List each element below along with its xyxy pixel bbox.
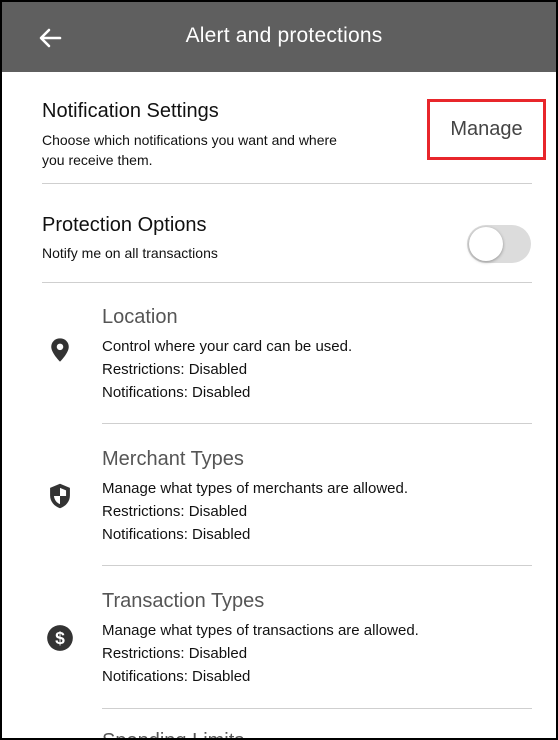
feature-restrictions: Restrictions: Disabled: [102, 361, 248, 378]
divider: [42, 183, 532, 184]
feature-spending-limits[interactable]: Spending Limits: [2, 726, 556, 738]
notify-all-toggle[interactable]: [467, 225, 531, 263]
notification-settings-description-line1: Choose which notifications you want and …: [42, 132, 337, 148]
feature-location[interactable]: Location Control where your card can be …: [2, 302, 556, 420]
protection-options-title: Protection Options: [42, 214, 207, 236]
top-app-bar: Alert and protections: [2, 2, 556, 72]
notification-settings-title: Notification Settings: [42, 100, 219, 122]
location-pin-icon: [51, 338, 69, 362]
feature-notifications: Notifications: Disabled: [102, 668, 251, 685]
feature-description: Manage what types of merchants are allow…: [102, 480, 408, 497]
toggle-knob: [469, 227, 503, 261]
feature-title: Spending Limits: [102, 730, 244, 738]
feature-notifications: Notifications: Disabled: [102, 526, 251, 543]
feature-description: Control where your card can be used.: [102, 338, 353, 355]
dollar-circle-icon: $: [47, 625, 73, 651]
feature-description: Manage what types of transactions are al…: [102, 622, 419, 639]
divider: [42, 282, 532, 283]
divider: [102, 708, 532, 709]
feature-title: Location: [102, 306, 178, 328]
shield-icon: [50, 483, 70, 509]
notification-settings-description-line2: you receive them.: [42, 152, 153, 168]
app-screen: Alert and protections Notification Setti…: [0, 0, 558, 740]
feature-title: Merchant Types: [102, 448, 244, 470]
page-title: Alert and protections: [185, 24, 383, 47]
feature-notifications: Notifications: Disabled: [102, 384, 251, 401]
feature-restrictions: Restrictions: Disabled: [102, 503, 248, 520]
svg-text:$: $: [55, 628, 65, 648]
feature-title: Transaction Types: [102, 590, 265, 612]
feature-merchant-types[interactable]: Merchant Types Manage what types of merc…: [2, 444, 556, 562]
manage-button[interactable]: Manage: [427, 99, 546, 160]
feature-transaction-types[interactable]: Transaction Types $ Manage what types of…: [2, 586, 556, 704]
divider: [102, 423, 532, 424]
protection-options-description: Notify me on all transactions: [42, 245, 218, 261]
feature-restrictions: Restrictions: Disabled: [102, 645, 248, 662]
divider: [102, 565, 532, 566]
